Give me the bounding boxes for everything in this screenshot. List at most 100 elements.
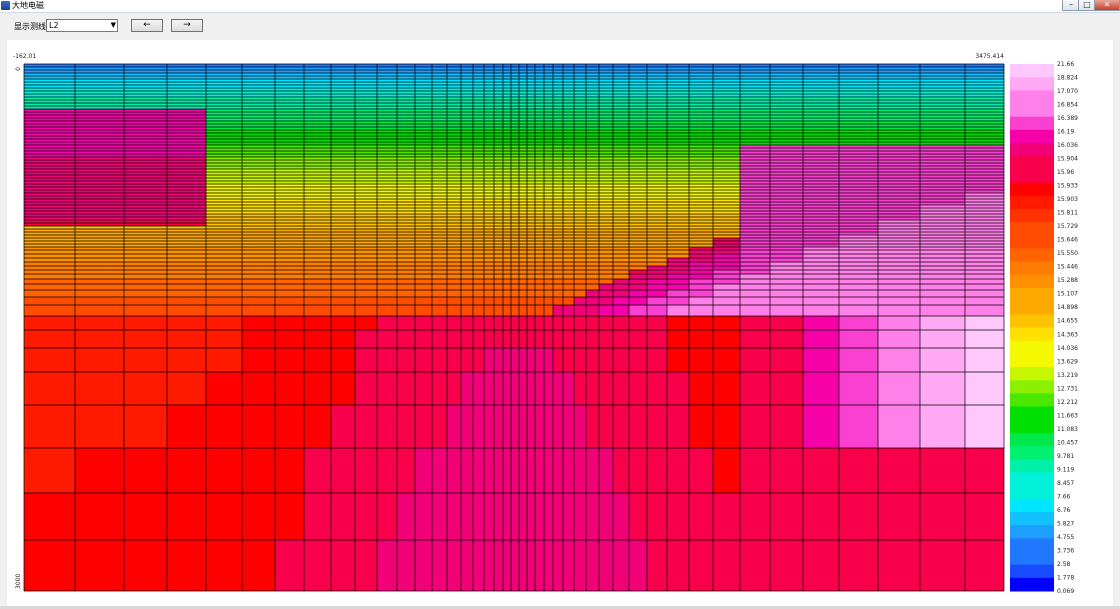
heatmap-cell-1124 (275, 142, 304, 145)
heatmap-cell-314 (432, 85, 447, 88)
heatmap-cell-673 (586, 109, 599, 112)
heatmap-cell-3177 (803, 305, 839, 316)
heatmap-cell-302 (75, 85, 124, 88)
heatmap-cell-392 (242, 91, 275, 94)
heatmap-cell-2488 (770, 235, 803, 238)
heatmap-cell-780 (275, 118, 304, 121)
heatmap-cell-2375 (377, 229, 397, 232)
heatmap-cell-1568 (511, 172, 519, 175)
heatmap-cell-2546 (355, 241, 377, 244)
heatmap-cell-2960 (740, 274, 770, 279)
heatmap-cell-2466 (461, 235, 473, 238)
heatmap-cell-2590 (377, 244, 397, 247)
heatmap-cell-862 (124, 124, 167, 127)
heatmap-cell-1913 (519, 196, 527, 199)
line-select-dropdown[interactable]: L2 ▼ (46, 19, 118, 32)
heatmap-cell-2860 (527, 266, 535, 270)
heatmap-cell-1729 (355, 184, 377, 187)
heatmap-cell-1924 (647, 196, 667, 199)
heatmap-cell-1758 (803, 184, 839, 187)
heatmap-cell-1418 (965, 160, 1004, 163)
previous-line-button[interactable]: ← (131, 19, 163, 32)
heatmap-cell-266 (331, 82, 355, 85)
next-line-button[interactable]: → (171, 19, 203, 32)
heatmap-cell-3273 (242, 348, 275, 372)
heatmap-cell-2297 (494, 223, 503, 226)
heatmap-cell-1050 (494, 136, 503, 139)
heatmap-cell-725 (770, 112, 803, 115)
heatmap-cell-2685 (503, 250, 511, 254)
heatmap-cell-416 (599, 91, 613, 94)
heatmap-cell-2548 (397, 241, 415, 244)
heatmap-cell-2121 (447, 211, 461, 214)
heatmap-cell-1026 (770, 133, 803, 136)
heatmap-cell-1727 (304, 184, 331, 187)
heatmap-cell-2871 (667, 266, 689, 270)
heatmap-cell-603 (75, 106, 124, 109)
heatmap-cell-1364 (629, 157, 647, 160)
heatmap-cell-447 (484, 94, 494, 97)
heatmap-cell-2220 (574, 217, 586, 220)
heatmap-cell-2748 (839, 254, 878, 258)
heatmap-cell-2614 (689, 244, 713, 247)
heatmap-cell-1876 (574, 193, 586, 196)
heatmap-cell-3343 (647, 372, 667, 405)
heatmap-cell-3340 (599, 372, 613, 405)
heatmap-cell-1381 (242, 160, 275, 163)
heatmap-cell-695 (304, 112, 331, 115)
heatmap-cell-216 (75, 79, 124, 82)
heatmap-cell-439 (355, 94, 377, 97)
heatmap-cell-3275 (304, 348, 331, 372)
heatmap-cell-1823 (484, 190, 494, 193)
heatmap-cell-3062 (355, 290, 377, 297)
heatmap-cell-3459 (503, 493, 511, 540)
heatmap-cell-3110 (447, 297, 461, 305)
heatmap-cell-1919 (574, 196, 586, 199)
heatmap-cell-2586 (275, 244, 304, 247)
heatmap-cell-2148 (920, 211, 965, 214)
heatmap-cell-2806 (397, 262, 415, 266)
heatmap-cell-3330 (503, 372, 511, 405)
heatmap-cell-2876 (803, 266, 839, 270)
heatmap-cell-1488 (563, 166, 574, 169)
heatmap-cell-678 (667, 109, 689, 112)
heatmap-cell-2140 (667, 211, 689, 214)
heatmap-cell-2457 (275, 235, 304, 238)
color-scale-swatch-19 (1010, 314, 1054, 328)
heatmap-cell-1964 (599, 199, 613, 202)
heatmap-cell-1787 (544, 187, 553, 190)
heatmap-cell-3302 (689, 348, 713, 372)
heatmap-cell-475 (124, 97, 167, 100)
heatmap-cell-1946 (397, 199, 415, 202)
heatmap-cell-461 (629, 94, 647, 97)
heatmap-cell-2610 (613, 244, 629, 247)
heatmap-cell-834 (484, 121, 494, 124)
heatmap-cell-3458 (494, 493, 503, 540)
heatmap-cell-2596 (473, 244, 484, 247)
close-button[interactable]: ✕ (1094, 0, 1120, 11)
heatmap-cell-2842 (206, 266, 242, 270)
heatmap-cell-2705 (839, 250, 878, 254)
heatmap-cell-2275 (839, 220, 878, 223)
heatmap-cell-2269 (667, 220, 689, 223)
heatmap-cell-2679 (432, 250, 447, 254)
heatmap-cell-214 (965, 76, 1004, 79)
heatmap-cell-215 (24, 79, 75, 82)
heatmap-cell-3446 (275, 493, 304, 540)
heatmap-cell-2110 (167, 211, 206, 214)
heatmap-cell-2313 (689, 223, 713, 226)
heatmap-cell-2962 (803, 274, 839, 279)
heatmap-cell-1646 (415, 178, 432, 181)
heatmap-cell-1739 (503, 184, 511, 187)
heatmap-cell-1757 (770, 184, 803, 187)
heatmap-cell-1471 (355, 166, 377, 169)
heatmap-cell-3004 (770, 279, 803, 284)
heatmap-cell-2188 (803, 214, 839, 217)
heatmap-cell-2360 (803, 226, 839, 229)
heatmap-cell-2294 (461, 223, 473, 226)
color-scale-swatch-13 (1010, 235, 1054, 249)
heatmap-cell-2098 (689, 208, 713, 211)
heatmap-cell-2998 (629, 279, 647, 284)
heatmap-cell-436 (275, 94, 304, 97)
heatmap-cell-3012 (124, 284, 167, 290)
